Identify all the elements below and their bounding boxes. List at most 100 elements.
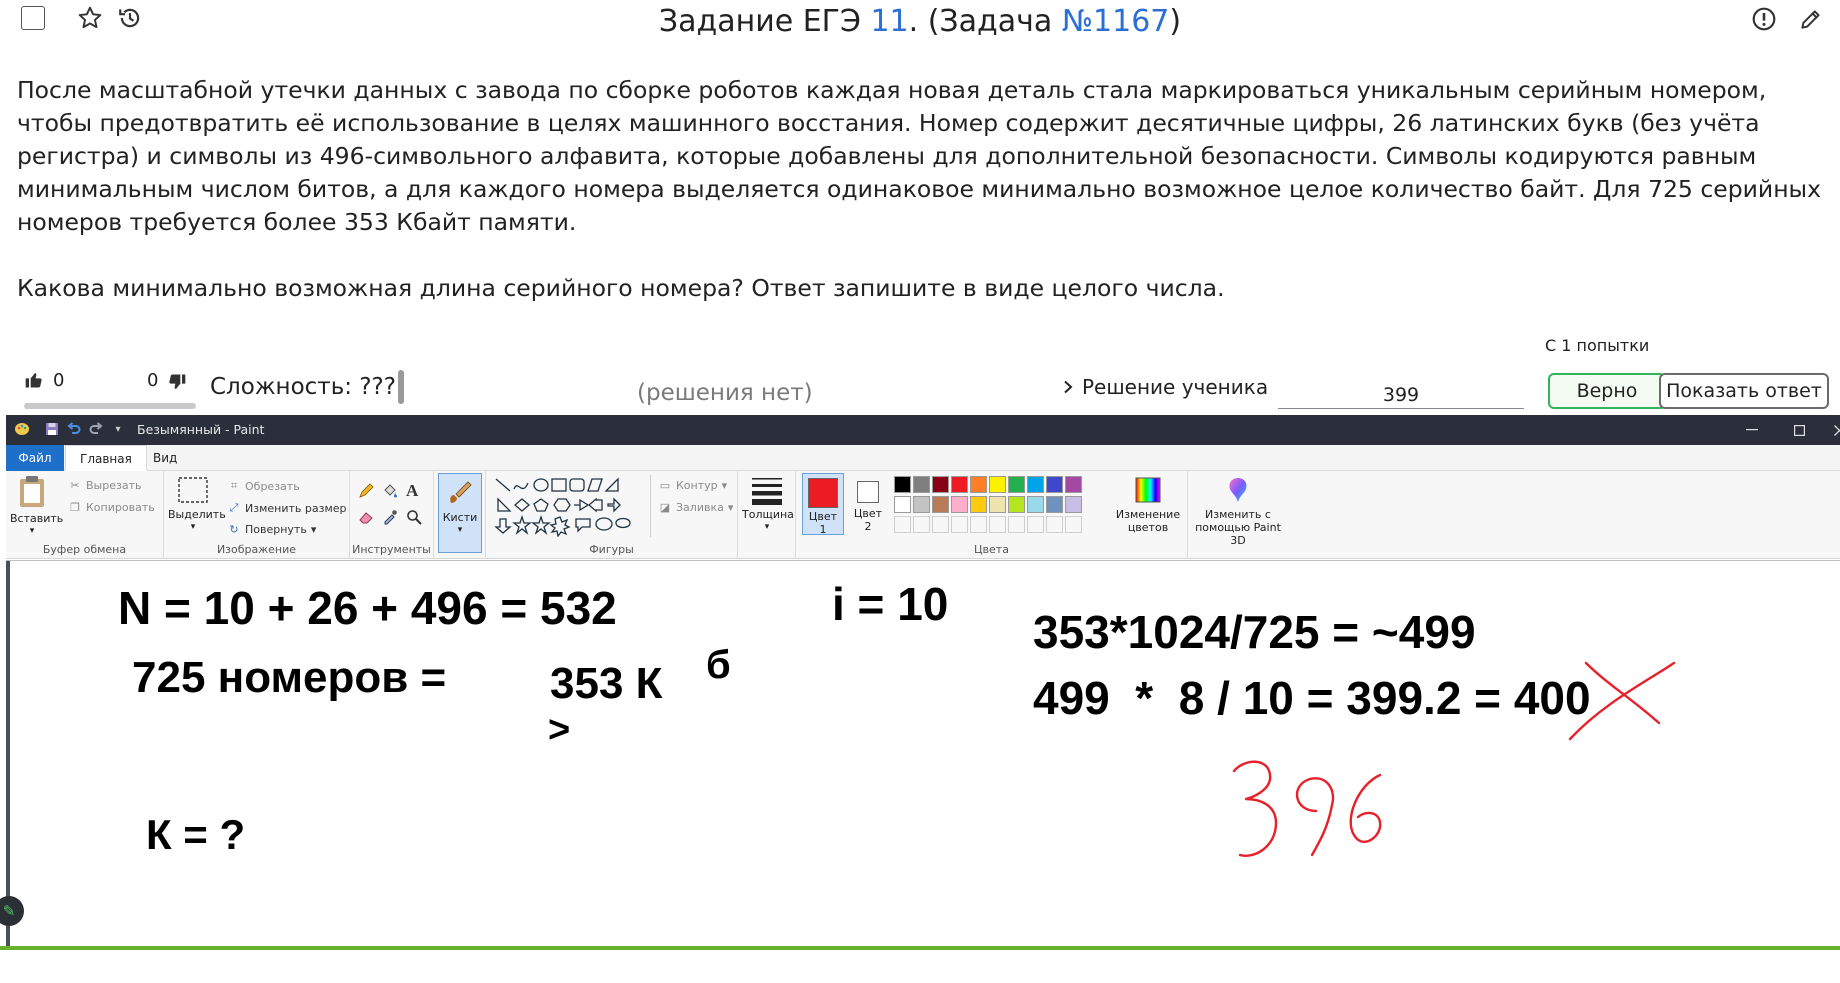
fill-button[interactable]: ◪ Заливка ▾ — [658, 501, 734, 514]
tab-file[interactable]: Файл — [6, 445, 64, 471]
customize-toolbar-icon[interactable]: ▾ — [110, 421, 126, 437]
difficulty-label: Сложность: ??? — [210, 374, 396, 400]
paint-app-icon — [14, 421, 30, 437]
palette-swatch[interactable] — [894, 496, 911, 513]
color1-button[interactable]: Цвет 1 — [802, 473, 844, 536]
crop-button[interactable]: ⌗ Обрезать — [227, 479, 300, 493]
close-icon[interactable] — [1816, 415, 1840, 445]
palette-swatch[interactable] — [1008, 476, 1025, 493]
report-icon[interactable] — [1749, 4, 1779, 34]
fill-bucket-icon[interactable] — [382, 483, 398, 499]
brushes-button[interactable]: Кисти ▾ — [438, 473, 482, 553]
page-divider — [0, 946, 1840, 950]
dislikes-count: 0 — [147, 370, 159, 391]
copy-button[interactable]: ❐ Копировать — [68, 501, 155, 514]
scissors-icon: ✂ — [70, 479, 80, 492]
tab-home[interactable]: Главная — [65, 445, 147, 471]
palette-custom-swatch[interactable] — [894, 516, 911, 533]
magnifier-icon[interactable] — [406, 509, 422, 525]
undo-icon[interactable] — [66, 421, 82, 437]
thickness-group: Толщина ▾ — [738, 471, 796, 559]
palette-swatch[interactable] — [1065, 476, 1082, 493]
palette-custom-swatch[interactable] — [1065, 516, 1082, 533]
palette-swatch[interactable] — [932, 476, 949, 493]
tools-group-label: Инструменты — [352, 543, 431, 556]
shapes-group-label: Фигуры — [589, 543, 634, 556]
image-group-label: Изображение — [216, 543, 297, 556]
task-number-link[interactable]: 11 — [870, 4, 908, 39]
text-tool-icon[interactable]: A — [406, 481, 418, 501]
paint-window-title: Безымянный - Paint — [137, 422, 265, 437]
brushes-group: Кисти ▾ — [434, 471, 486, 559]
palette-swatch[interactable] — [989, 476, 1006, 493]
crop-icon: ⌗ — [230, 479, 238, 492]
color-picker-icon[interactable] — [382, 509, 398, 525]
palette-custom-swatch[interactable] — [951, 516, 968, 533]
palette-swatch[interactable] — [989, 496, 1006, 513]
answer-input[interactable] — [1278, 381, 1524, 409]
tools-group: A Инструменты — [350, 471, 434, 559]
save-icon[interactable] — [44, 421, 60, 437]
edit-colors-button[interactable]: Изменение цветов — [1112, 475, 1184, 534]
color-palette — [894, 476, 1116, 536]
palette-swatch[interactable] — [913, 476, 930, 493]
handwritten-nine — [1295, 777, 1335, 857]
palette-swatch[interactable] — [932, 496, 949, 513]
color1-swatch — [808, 478, 838, 508]
palette-custom-swatch[interactable] — [970, 516, 987, 533]
paint-titlebar: ▾ Безымянный - Paint — [6, 415, 1840, 445]
thumbs-up-icon[interactable] — [24, 370, 44, 394]
palette-swatch[interactable] — [970, 476, 987, 493]
palette-custom-swatch[interactable] — [932, 516, 949, 533]
color2-button[interactable]: Цвет 2 — [848, 473, 888, 535]
select-button[interactable]: Выделить ▾ — [168, 475, 226, 534]
palette-swatch[interactable] — [970, 496, 987, 513]
color2-swatch — [857, 481, 879, 503]
palette-swatch[interactable] — [951, 496, 968, 513]
handwritten-six — [1349, 773, 1382, 843]
clipboard-group: Вставить ▾ ✂ Вырезать ❐ Копировать Буфер о… — [6, 471, 164, 559]
palette-swatch[interactable] — [913, 496, 930, 513]
resize-icon: ⤢ — [229, 501, 239, 514]
palette-swatch[interactable] — [1046, 496, 1063, 513]
student-solution-toggle[interactable]: Решение ученика — [1062, 375, 1268, 399]
correct-button[interactable]: Верно — [1548, 373, 1666, 409]
palette-custom-swatch[interactable] — [989, 516, 1006, 533]
palette-custom-swatch[interactable] — [1046, 516, 1063, 533]
palette-swatch[interactable] — [951, 476, 968, 493]
palette-swatch[interactable] — [1046, 476, 1063, 493]
minimize-icon[interactable] — [1729, 415, 1775, 445]
palette-custom-swatch[interactable] — [913, 516, 930, 533]
thickness-button[interactable]: Толщина ▾ — [742, 475, 794, 534]
palette-custom-swatch[interactable] — [1008, 516, 1025, 533]
line-thickness-icon — [752, 478, 782, 505]
outline-button[interactable]: ▭ Контур ▾ — [658, 479, 727, 492]
palette-custom-swatch[interactable] — [1027, 516, 1044, 533]
redo-icon[interactable] — [88, 421, 104, 437]
palette-swatch[interactable] — [1065, 496, 1082, 513]
palette-swatch[interactable] — [1008, 496, 1025, 513]
attempts-label: С 1 попытки — [1545, 336, 1650, 355]
show-answer-button[interactable]: Показать ответ — [1659, 373, 1829, 409]
paint3d-button[interactable]: Изменить с помощью Paint 3D — [1192, 475, 1284, 547]
likes-count: 0 — [53, 370, 65, 391]
fill-icon: ◪ — [659, 501, 671, 514]
problem-question: Какова минимально возможная длина серийн… — [17, 274, 1225, 302]
thumbs-down-icon[interactable] — [167, 372, 187, 396]
rating-bar — [24, 403, 196, 409]
pencil-icon[interactable] — [358, 483, 374, 499]
problem-id-link[interactable]: №1167 — [1062, 4, 1170, 39]
resize-button[interactable]: ⤢ Изменить размер — [227, 501, 347, 515]
shapes-gallery[interactable] — [494, 477, 644, 537]
palette-swatch[interactable] — [894, 476, 911, 493]
edit-icon[interactable] — [1796, 4, 1826, 34]
palette-swatch[interactable] — [1027, 476, 1044, 493]
clipboard-group-label: Буфер обмена — [42, 543, 127, 556]
tab-view[interactable]: Вид — [139, 445, 191, 471]
rotate-button[interactable]: ↻ Повернуть ▾ — [227, 523, 316, 536]
eraser-icon[interactable] — [358, 509, 374, 525]
paint-canvas[interactable]: N = 10 + 26 + 496 = 532 i = 10 725 номер… — [6, 560, 1840, 947]
palette-swatch[interactable] — [1027, 496, 1044, 513]
cut-button[interactable]: ✂ Вырезать — [68, 479, 141, 492]
paste-button[interactable]: Вставить ▾ — [10, 475, 63, 538]
